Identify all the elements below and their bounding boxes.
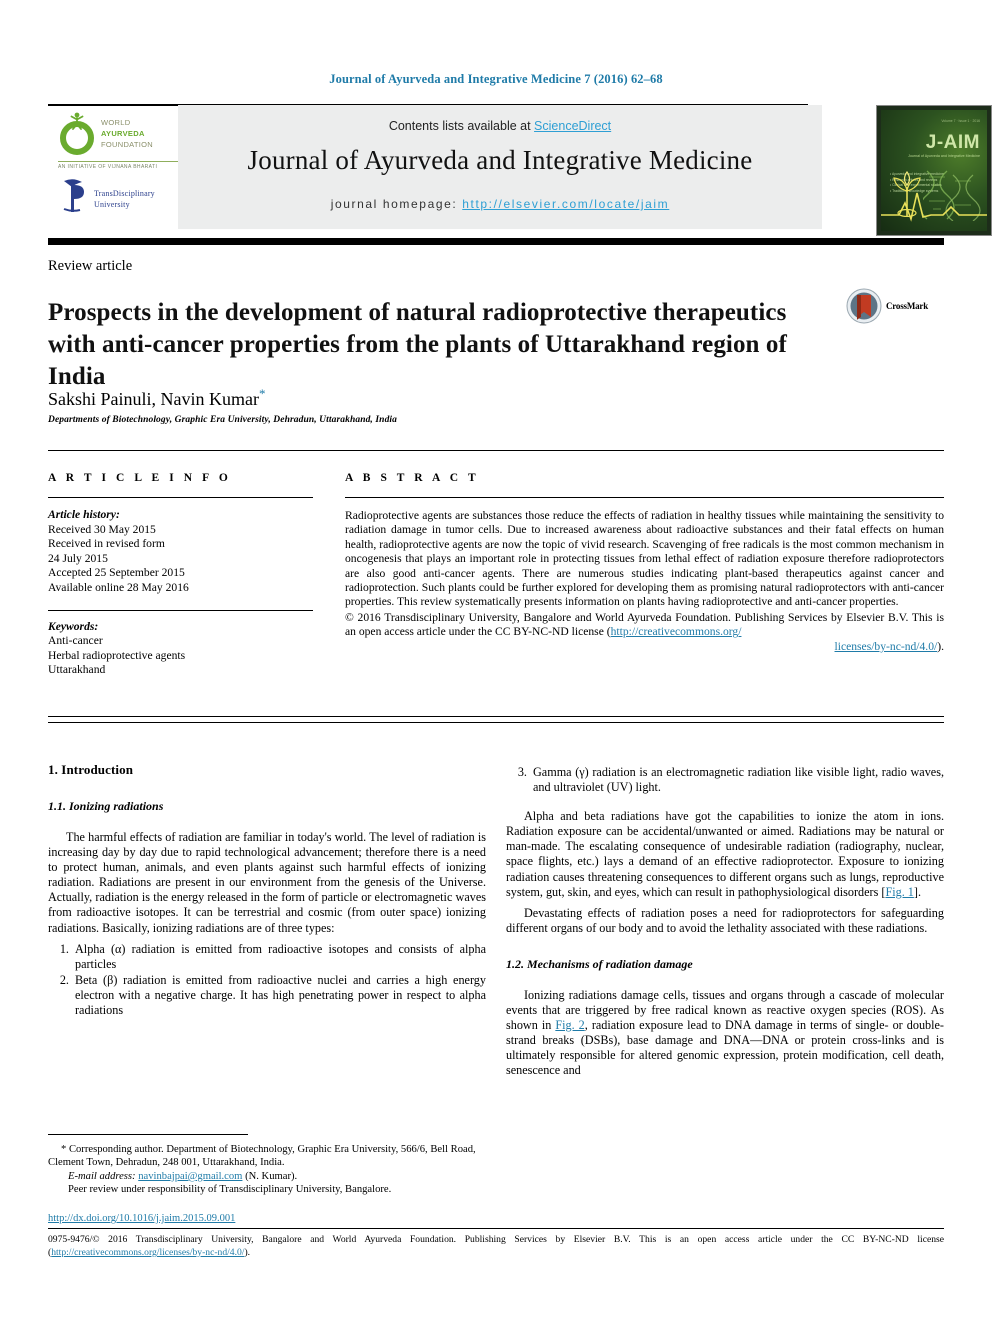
- paragraph-mechanisms: Ionizing radiations damage cells, tissue…: [506, 988, 944, 1079]
- article-info-column: A R T I C L E I N F O Article history: R…: [48, 472, 322, 678]
- doi-link[interactable]: http://dx.doi.org/10.1016/j.jaim.2015.09…: [48, 1213, 235, 1224]
- history-item: Received in revised form: [48, 537, 165, 551]
- crossmark-badge[interactable]: CrossMark: [846, 288, 946, 328]
- waf-person-icon: [70, 112, 84, 130]
- tdu-line1: TransDisciplinary: [94, 189, 155, 198]
- world-ayurveda-foundation-logo: WORLD AYURVEDA FOUNDATION AN INITIATIVE …: [58, 112, 180, 177]
- abstract-bottom-rule-2: [48, 722, 944, 723]
- cover-ecg-icon: [881, 192, 987, 222]
- abstract-heading: A B S T R A C T: [345, 472, 480, 484]
- masthead-banner: Contents lists available at ScienceDirec…: [178, 105, 822, 229]
- contents-prefix: Contents lists available at: [388, 119, 535, 133]
- keyword-item: Herbal radioprotective agents: [48, 648, 186, 662]
- history-item: Accepted 25 September 2015: [48, 566, 185, 580]
- peer-review-note: Peer review under responsibility of Tran…: [68, 1184, 392, 1196]
- author-email-link[interactable]: navinbajpai@gmail.com: [138, 1171, 242, 1182]
- homepage-label: journal homepage:: [330, 197, 463, 211]
- keywords-divider: [48, 609, 313, 611]
- crossmark-label: CrossMark: [886, 301, 929, 311]
- list-item: Beta (β) radiation is emitted from radio…: [72, 973, 486, 1018]
- cover-title: J-AIM: [925, 132, 980, 153]
- abstract-top-rule: [48, 450, 944, 451]
- masthead-bottom-rule: [48, 238, 944, 245]
- footnote-block: * Corresponding author. Department of Bi…: [48, 1143, 486, 1197]
- article-info-divider: [48, 497, 313, 498]
- fig1-link[interactable]: Fig. 1: [885, 885, 913, 899]
- crossmark-icon: [846, 288, 882, 324]
- author-names: Sakshi Painuli, Navin Kumar: [48, 389, 259, 409]
- email-label: E-mail address:: [68, 1170, 139, 1182]
- keyword-item: Anti-cancer: [48, 634, 103, 648]
- page-title: Prospects in the development of natural …: [48, 298, 787, 390]
- author-affiliation: Departments of Biotechnology, Graphic Er…: [48, 415, 398, 425]
- email-note: E-mail address: navinbajpai@gmail.com (N…: [48, 1170, 486, 1183]
- abstract-copyright-end: ).: [937, 639, 944, 653]
- waf-tagline: AN INITIATIVE OF VIJNANA BHARATI: [58, 161, 180, 170]
- footer-copyright: 0975-9476/© 2016 Transdisciplinary Unive…: [48, 1233, 944, 1259]
- waf-line1: WORLD: [101, 118, 131, 127]
- article-type-kicker: Review article: [48, 258, 133, 274]
- subsection-heading-ionizing-radiations: 1.1. Ionizing radiations: [48, 799, 164, 813]
- footer-rule: [48, 1228, 944, 1229]
- body-left-column: 1. Introduction 1.1. Ionizing radiations…: [48, 762, 486, 1019]
- footer-copyright-end: ).: [244, 1247, 251, 1258]
- waf-line3: FOUNDATION: [101, 140, 154, 149]
- tdu-line2: University: [94, 200, 130, 209]
- footnote-rule: [48, 1134, 248, 1135]
- paragraph-alpha-beta-end: ].: [913, 884, 921, 899]
- paragraph-intro: The harmful effects of radiation are fam…: [48, 830, 486, 935]
- abstract-divider: [345, 497, 944, 498]
- cover-subtitle: Journal of Ayurveda and Integrative Medi…: [908, 154, 980, 158]
- paragraph-alpha-beta: Alpha and beta radiations have got the c…: [506, 809, 944, 900]
- corresponding-author-marker: *: [258, 386, 266, 401]
- article-info-heading: A R T I C L E I N F O: [48, 472, 232, 484]
- email-suffix: (N. Kumar).: [242, 1170, 298, 1182]
- cover-issue-line: Volume 7 · Issue 1 · 2016: [941, 119, 980, 123]
- paper-page: Journal of Ayurveda and Integrative Medi…: [0, 0, 992, 1323]
- keywords-label: Keywords:: [48, 619, 99, 633]
- tdu-mark-icon: [63, 179, 84, 212]
- transdisciplinary-university-logo: TransDisciplinary University: [58, 175, 173, 223]
- sciencedirect-link[interactable]: ScienceDirect: [534, 119, 611, 133]
- abstract-copyright: © 2016 Transdisciplinary University, Ban…: [345, 611, 944, 654]
- author-list: Sakshi Painuli, Navin Kumar*: [48, 386, 808, 410]
- paragraph-alpha-beta-text: Alpha and beta radiations have got the c…: [506, 809, 944, 899]
- radiation-types-list: Alpha (α) radiation is emitted from radi…: [48, 942, 486, 1018]
- corresponding-author-note: * Corresponding author. Department of Bi…: [48, 1144, 476, 1169]
- journal-cover-thumbnail[interactable]: Volume 7 · Issue 1 · 2016 J-AIM Journal …: [876, 105, 992, 236]
- radiation-types-list-continued: Gamma (γ) radiation is an electromagneti…: [506, 765, 944, 795]
- history-item: 24 July 2015: [48, 551, 108, 565]
- keyword-item: Uttarakhand: [48, 663, 106, 677]
- publisher-logos: WORLD AYURVEDA FOUNDATION AN INITIATIVE …: [48, 112, 180, 233]
- tdu-logo-text: TransDisciplinary University: [94, 188, 155, 210]
- masthead: WORLD AYURVEDA FOUNDATION AN INITIATIVE …: [48, 105, 992, 236]
- journal-homepage-line: journal homepage: http://elsevier.com/lo…: [178, 197, 822, 211]
- journal-homepage-link[interactable]: http://elsevier.com/locate/jaim: [462, 197, 669, 211]
- running-head: Journal of Ayurveda and Integrative Medi…: [329, 72, 663, 86]
- cc-license-link-part1[interactable]: http://creativecommons.org/: [611, 625, 742, 638]
- list-item: Gamma (γ) radiation is an electromagneti…: [530, 765, 944, 795]
- footer-cc-license-link[interactable]: http://creativecommons.org/licenses/by-n…: [51, 1247, 244, 1258]
- cc-license-link-part2[interactable]: licenses/by-nc-nd/4.0/: [835, 640, 938, 653]
- abstract-bottom-rule-1: [48, 716, 944, 717]
- history-item: Received 30 May 2015: [48, 522, 156, 536]
- page-footer: http://dx.doi.org/10.1016/j.jaim.2015.09…: [48, 1208, 944, 1259]
- section-heading-introduction: 1. Introduction: [48, 762, 134, 777]
- history-item: Available online 28 May 2016: [48, 580, 189, 594]
- fig2-link[interactable]: Fig. 2: [555, 1018, 584, 1032]
- subsection-heading-mechanisms: 1.2. Mechanisms of radiation damage: [506, 956, 693, 971]
- abstract-body: Radioprotective agents are substances th…: [345, 509, 944, 609]
- contents-line: Contents lists available at ScienceDirec…: [178, 119, 822, 133]
- journal-title: Journal of Ayurveda and Integrative Medi…: [247, 145, 753, 175]
- abstract-column: A B S T R A C T Radioprotective agents a…: [345, 472, 944, 666]
- waf-logo-text: WORLD AYURVEDA FOUNDATION: [101, 117, 153, 150]
- article-history-label: Article history:: [48, 508, 120, 521]
- journal-cover-art: Volume 7 · Issue 1 · 2016 J-AIM Journal …: [881, 110, 987, 231]
- paragraph-devastating-effects: Devastating effects of radiation poses a…: [506, 905, 944, 935]
- keywords-block: Keywords: Anti-cancer Herbal radioprotec…: [48, 620, 322, 678]
- waf-line2: AYURVEDA: [101, 129, 145, 138]
- article-history-block: Article history: Received 30 May 2015 Re…: [48, 508, 322, 596]
- body-right-column: Gamma (γ) radiation is an electromagneti…: [506, 762, 944, 1085]
- list-item: Alpha (α) radiation is emitted from radi…: [72, 942, 486, 972]
